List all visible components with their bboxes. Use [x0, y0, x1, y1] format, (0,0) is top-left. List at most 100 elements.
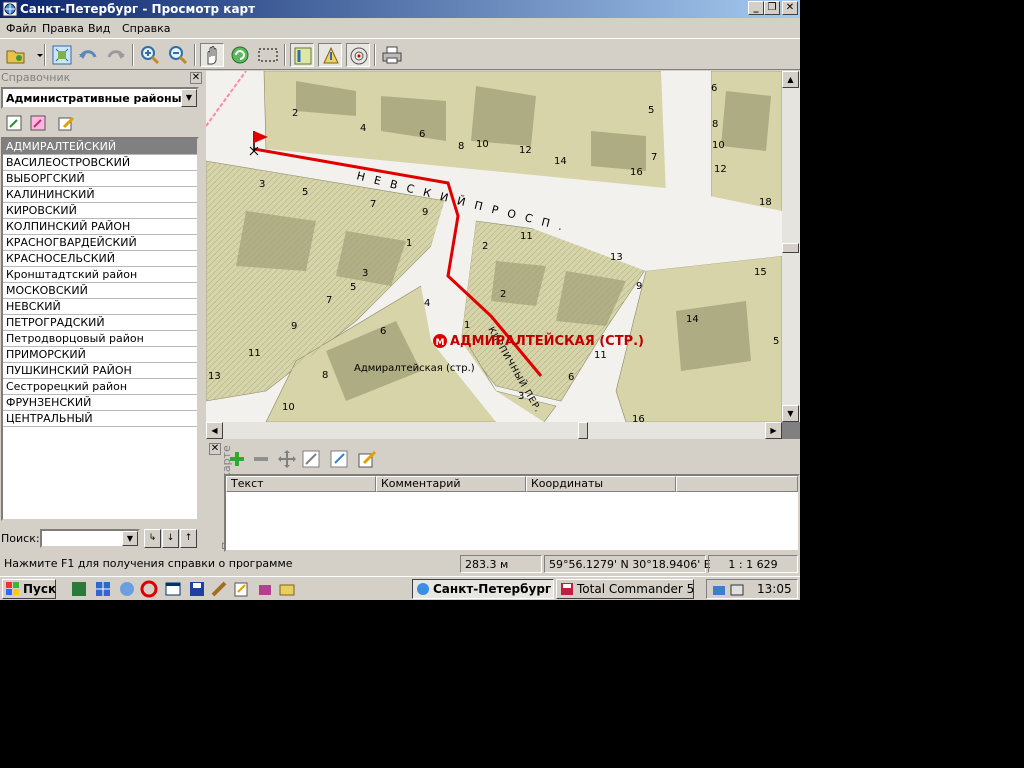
- scroll-right-icon[interactable]: ▶: [765, 422, 782, 439]
- radius-icon[interactable]: [346, 43, 370, 67]
- start-button[interactable]: Пуск: [2, 579, 56, 599]
- district-list-item[interactable]: ПЕТРОГРАДСКИЙ: [3, 315, 197, 331]
- district-list-item[interactable]: КИРОВСКИЙ: [3, 203, 197, 219]
- district-list-item[interactable]: ЦЕНТРАЛЬНЫЙ: [3, 411, 197, 427]
- column-header-comment[interactable]: Комментарий: [376, 476, 526, 492]
- search-dropdown-icon[interactable]: ▼: [122, 531, 138, 546]
- window-title: Санкт-Петербург - Просмотр карт: [20, 2, 256, 16]
- move-icon[interactable]: [276, 448, 298, 470]
- restore-button[interactable]: ❐: [764, 1, 780, 15]
- search-input[interactable]: ▼: [40, 529, 140, 548]
- close-panel-icon[interactable]: ✕: [190, 72, 202, 84]
- quicklaunch-window-icon[interactable]: [164, 580, 182, 598]
- menu-help[interactable]: Справка: [122, 22, 170, 35]
- pan-hand-icon[interactable]: [200, 43, 224, 67]
- district-list-item[interactable]: КОЛПИНСКИЙ РАЙОН: [3, 219, 197, 235]
- scroll-thumb[interactable]: [782, 243, 799, 253]
- remove-icon[interactable]: [250, 448, 272, 470]
- district-list-item[interactable]: ПРИМОРСКИЙ: [3, 347, 197, 363]
- search-next-icon[interactable]: ↓: [162, 529, 179, 548]
- layers-icon[interactable]: [290, 43, 314, 67]
- district-list-item[interactable]: МОСКОВСКИЙ: [3, 283, 197, 299]
- refresh-icon[interactable]: [228, 43, 252, 67]
- chevron-down-icon[interactable]: ▼: [181, 89, 197, 107]
- annotations-table[interactable]: Текст Комментарий Координаты: [224, 474, 800, 552]
- open-dropdown-icon[interactable]: [28, 43, 43, 67]
- building-number: 9: [422, 207, 428, 218]
- scroll-thumb[interactable]: [578, 422, 588, 439]
- quicklaunch-archive-icon[interactable]: [278, 580, 296, 598]
- quicklaunch-app-icon[interactable]: [70, 580, 88, 598]
- search-prev-icon[interactable]: ↑: [180, 529, 197, 548]
- district-list-item[interactable]: Петродворцовый район: [3, 331, 197, 347]
- building-number: 8: [458, 141, 464, 152]
- category-value: Административные районы: [6, 92, 182, 105]
- column-header-coordinates[interactable]: Координаты: [526, 476, 676, 492]
- fit-all-icon[interactable]: [50, 43, 74, 67]
- column-header-extra[interactable]: [676, 476, 798, 492]
- title-bar[interactable]: Санкт-Петербург - Просмотр карт _ ❐ ✕: [0, 0, 800, 18]
- district-list-item[interactable]: КАЛИНИНСКИЙ: [3, 187, 197, 203]
- close-button[interactable]: ✕: [782, 1, 798, 15]
- district-list-item[interactable]: Кронштадтский район: [3, 267, 197, 283]
- building-number: 7: [326, 295, 332, 306]
- zoom-in-icon[interactable]: [138, 43, 162, 67]
- search-go-icon[interactable]: ↳: [144, 529, 161, 548]
- map-canvas[interactable]: Н Е В С К И Й П Р О С П . КИРПИЧНЫЙ ПЕР.…: [206, 71, 782, 422]
- measure-icon[interactable]: [318, 43, 342, 67]
- district-list-item[interactable]: ВЫБОРГСКИЙ: [3, 171, 197, 187]
- undo-icon[interactable]: [76, 43, 100, 67]
- quicklaunch-grid-icon[interactable]: [94, 580, 112, 598]
- district-list-item[interactable]: Сестрорецкий район: [3, 379, 197, 395]
- edit-object-icon[interactable]: [4, 113, 24, 133]
- add-icon[interactable]: [226, 448, 248, 470]
- building-number: 15: [754, 267, 767, 278]
- task-button-total-commander[interactable]: Total Commander 5.50: [556, 579, 694, 599]
- building-number: 14: [554, 156, 567, 167]
- edit-annotation-icon[interactable]: [300, 448, 322, 470]
- quicklaunch-phone-icon[interactable]: [256, 580, 274, 598]
- highlight-icon[interactable]: [28, 113, 48, 133]
- district-list-item[interactable]: КРАСНОСЕЛЬСКИЙ: [3, 251, 197, 267]
- scroll-down-icon[interactable]: ▼: [782, 405, 799, 422]
- quicklaunch-opera-icon[interactable]: [140, 580, 158, 598]
- print-icon[interactable]: [380, 43, 404, 67]
- scroll-up-icon[interactable]: ▲: [782, 71, 799, 88]
- district-list-item[interactable]: НЕВСКИЙ: [3, 299, 197, 315]
- quicklaunch-globe-icon[interactable]: [118, 580, 136, 598]
- district-list-item[interactable]: ФРУНЗЕНСКИЙ: [3, 395, 197, 411]
- district-list-item[interactable]: АДМИРАЛТЕЙСКИЙ: [3, 139, 197, 155]
- category-select[interactable]: Административные районы ▼: [1, 87, 199, 109]
- select-rect-icon[interactable]: [256, 43, 280, 67]
- district-list-item[interactable]: КРАСНОГВАРДЕЙСКИЙ: [3, 235, 197, 251]
- map-horizontal-scrollbar[interactable]: ◀ ▶: [206, 422, 782, 439]
- column-header-text[interactable]: Текст: [226, 476, 376, 492]
- menu-file[interactable]: Файл: [6, 22, 36, 35]
- clock[interactable]: 13:05: [757, 582, 792, 596]
- district-list[interactable]: АДМИРАЛТЕЙСКИЙ ВАСИЛЕОСТРОВСКИЙ ВЫБОРГСКИЙ…: [1, 137, 199, 521]
- scroll-left-icon[interactable]: ◀: [206, 422, 223, 439]
- quicklaunch-tool-icon[interactable]: [210, 580, 228, 598]
- quicklaunch-notes-icon[interactable]: [232, 580, 250, 598]
- building-number: 16: [632, 414, 645, 422]
- building-number: 5: [773, 336, 779, 347]
- metro-label[interactable]: АДМИРАЛТЕЙСКАЯ (СТР.): [450, 333, 644, 349]
- building-number: 6: [380, 326, 386, 337]
- note-icon[interactable]: [328, 448, 350, 470]
- start-label: Пуск: [23, 582, 57, 596]
- zoom-out-icon[interactable]: [166, 43, 190, 67]
- task-button-map-viewer[interactable]: Санкт-Петербург ...: [412, 579, 554, 599]
- district-list-item[interactable]: ПУШКИНСКИЙ РАЙОН: [3, 363, 197, 379]
- redo-icon[interactable]: [104, 43, 128, 67]
- map-vertical-scrollbar[interactable]: ▲ ▼: [782, 71, 800, 422]
- keyboard-layout-icon[interactable]: [729, 582, 745, 598]
- open-map-icon[interactable]: [4, 43, 28, 67]
- clear-pencil-icon[interactable]: [356, 448, 378, 470]
- pencil-note-icon[interactable]: [56, 113, 76, 133]
- network-icon[interactable]: [711, 582, 727, 598]
- menu-edit[interactable]: Правка: [42, 22, 84, 35]
- district-list-item[interactable]: ВАСИЛЕОСТРОВСКИЙ: [3, 155, 197, 171]
- quicklaunch-disk-icon[interactable]: [188, 580, 206, 598]
- minimize-button[interactable]: _: [748, 1, 764, 15]
- menu-view[interactable]: Вид: [88, 22, 110, 35]
